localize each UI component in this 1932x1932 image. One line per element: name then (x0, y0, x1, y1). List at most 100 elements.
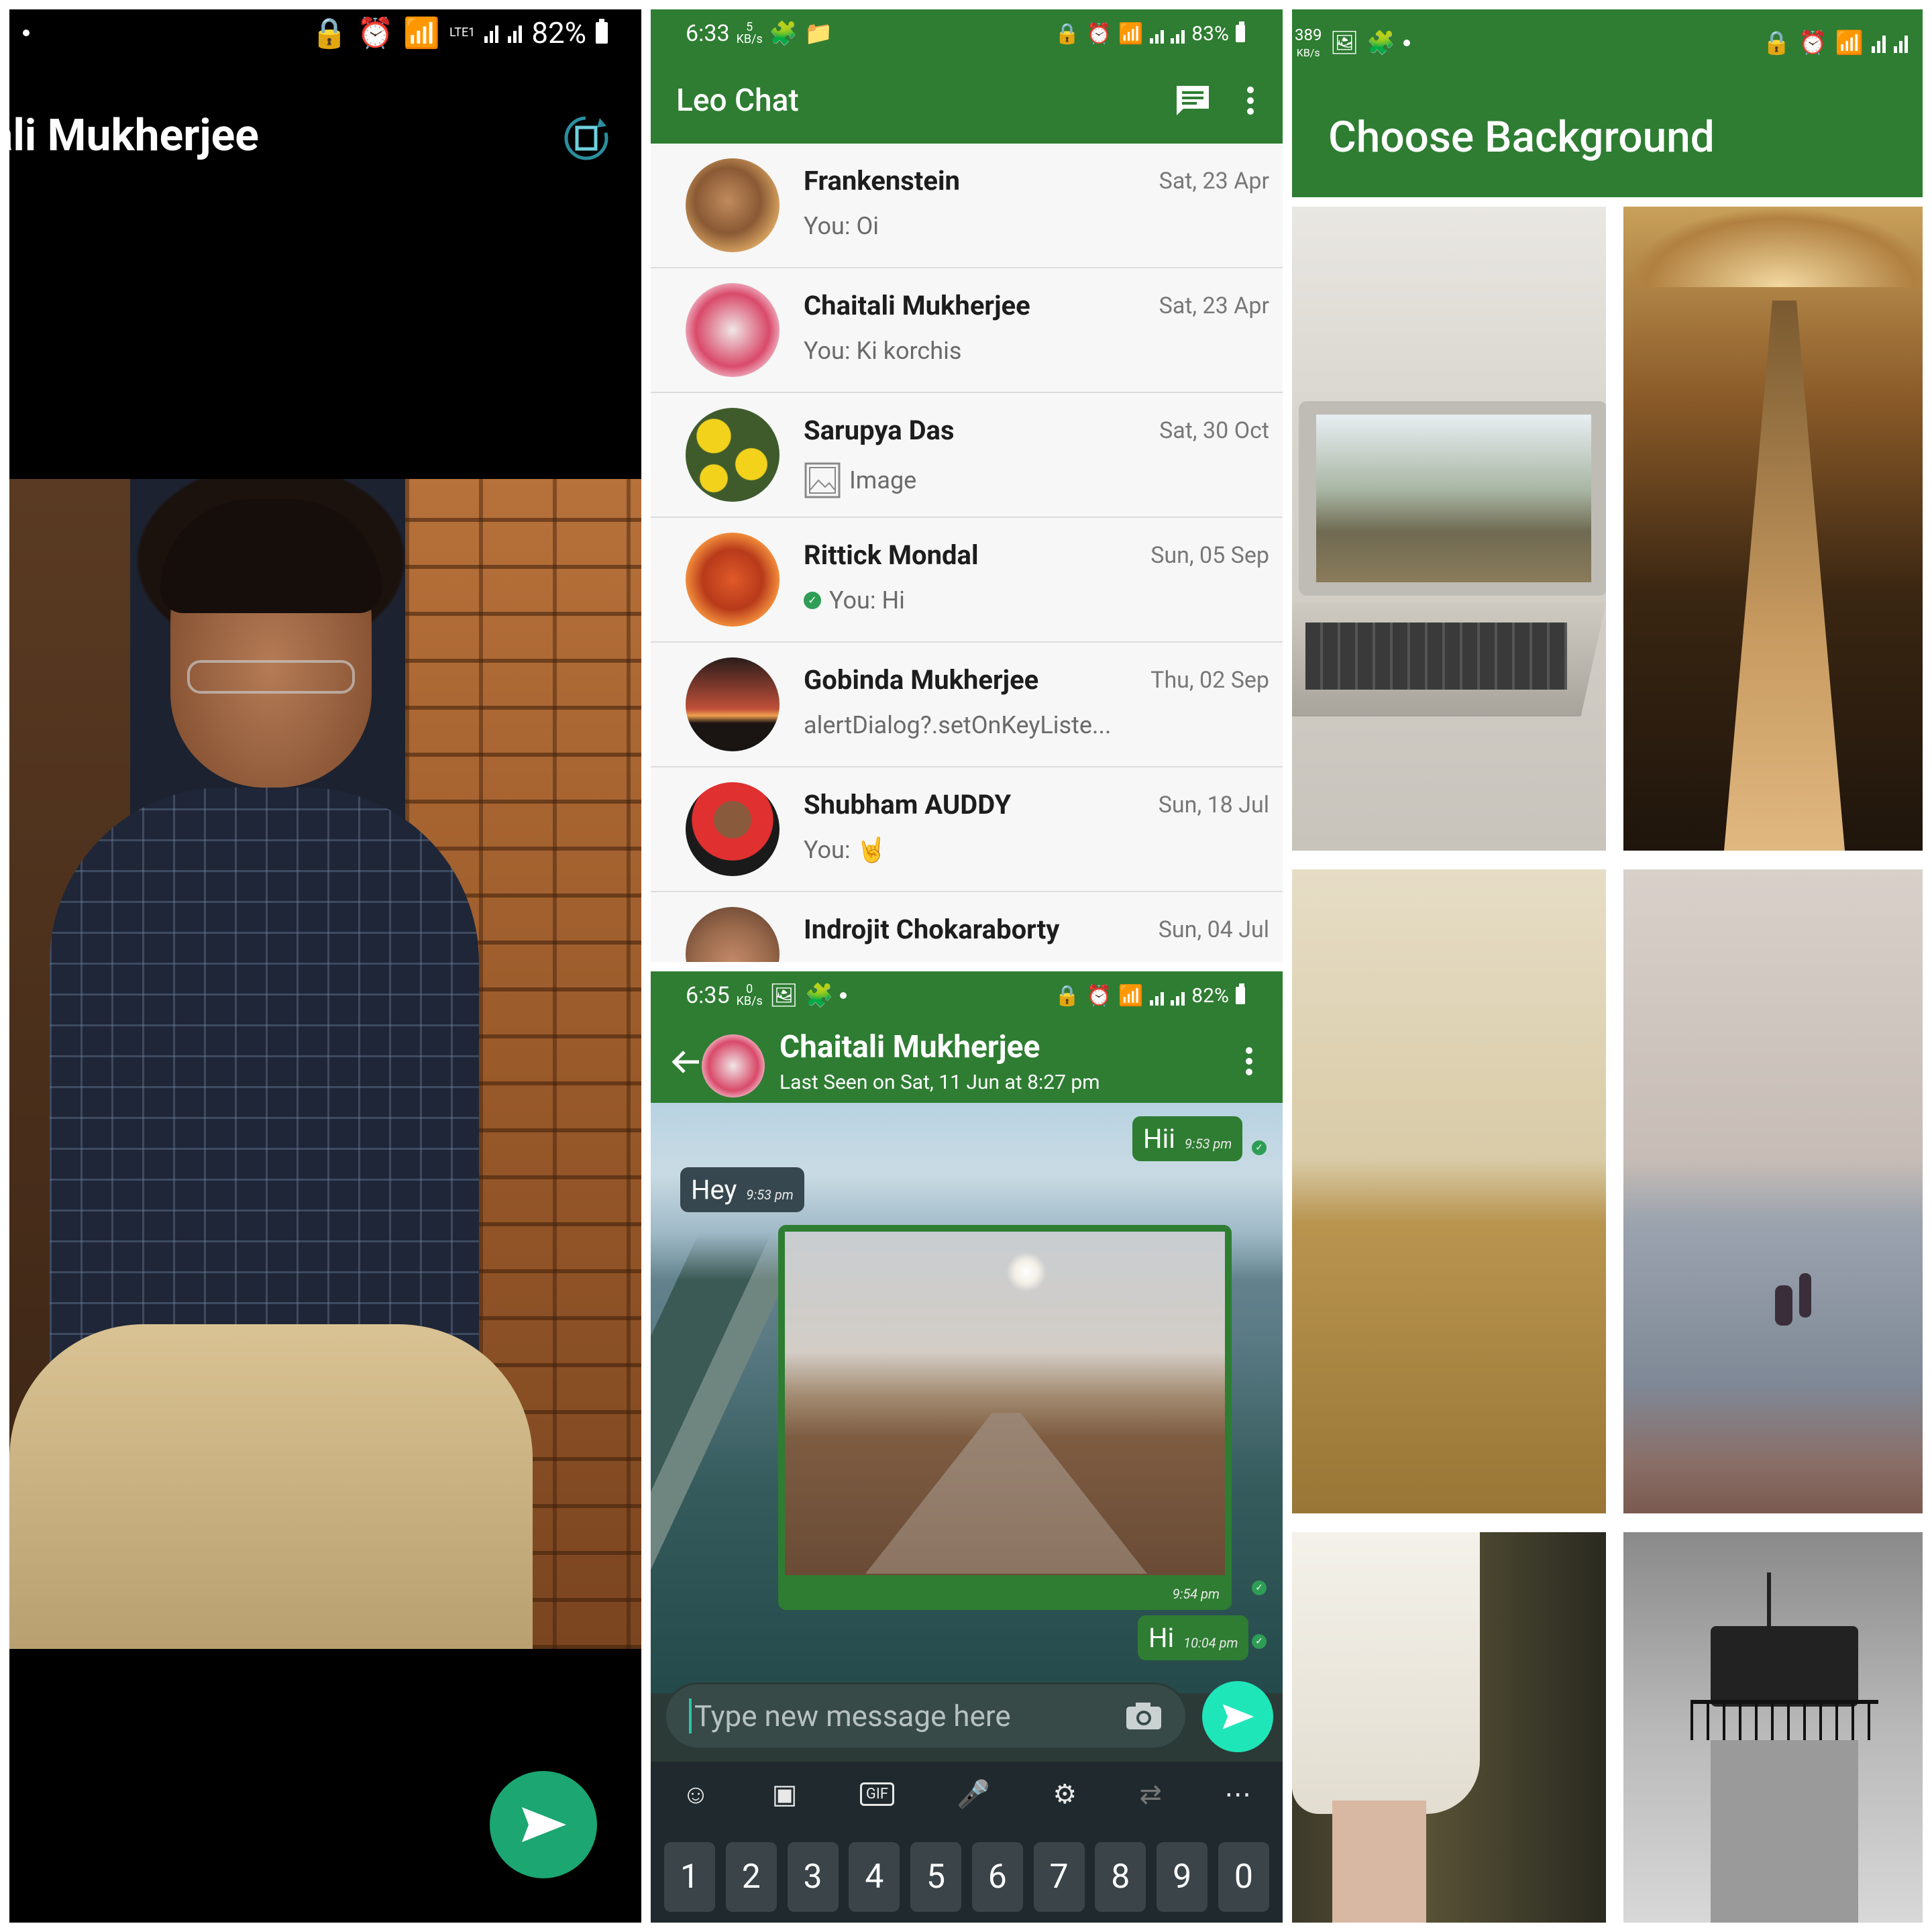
gif-icon[interactable]: GIF (859, 1782, 894, 1806)
conversation-screen: 6:35 0 KB/s 🖼 🧩 🔒 ⏰ 📶 82% Chaitali Mukher… (651, 971, 1283, 1923)
message-time: 9:54 pm (1172, 1586, 1220, 1602)
background-option-lighthouse[interactable] (1623, 1532, 1923, 1923)
chat-name: Shubham AUDDY (804, 789, 1012, 820)
rotate-icon[interactable] (558, 110, 614, 166)
last-seen: Last Seen on Sat, 11 Jun at 8:27 pm (780, 1071, 1100, 1094)
chat-row[interactable]: Shubham AUDDY Sun, 18 Jul You: 🤘 (651, 767, 1283, 892)
key[interactable]: 0 (1218, 1842, 1269, 1912)
preview-photo (9, 479, 641, 1649)
alarm-icon: ⏰ (1086, 983, 1112, 1008)
more-icon[interactable]: ⋯ (1224, 1778, 1251, 1810)
avatar (686, 907, 780, 962)
microphone-icon[interactable]: 🎤 (957, 1778, 990, 1810)
chat-date: Sat, 23 Apr (1159, 168, 1269, 195)
message-input-placeholder: Type new message here (689, 1699, 1125, 1733)
chat-preview: Image (804, 462, 916, 499)
message-bubble-sent[interactable]: Hii 9:53 pm (1132, 1116, 1243, 1161)
preview-title: ali Mukherjee (9, 110, 259, 162)
emoji-icon[interactable]: ☺ (682, 1778, 710, 1810)
message-input[interactable]: Type new message here (664, 1682, 1187, 1750)
key[interactable]: 1 (664, 1842, 715, 1912)
key[interactable]: 3 (787, 1842, 839, 1912)
app-bar: Choose Background (1292, 76, 1923, 197)
status-bar: 389 KB/s 🖼 🧩 🔒 ⏰ 📶 (1292, 9, 1923, 76)
notification-dot (23, 30, 30, 36)
chat-name: Frankenstein (804, 165, 960, 197)
signal-icon-2 (1171, 985, 1185, 1006)
background-option-desert[interactable] (1292, 869, 1606, 1513)
chat-list-screen: 6:33 5 KB/s 🧩 📁 🔒 ⏰ 📶 83% Leo Chat Frank… (651, 9, 1283, 962)
signal-icon-2 (508, 23, 523, 43)
lte-indicator: LTE1 (449, 25, 476, 40)
avatar (686, 657, 780, 751)
net-speed: 389 KB/s (1295, 25, 1322, 59)
settings-icon[interactable]: ⚙ (1053, 1778, 1077, 1810)
chat-row[interactable]: Gobinda Mukherjee Thu, 02 Sep alertDialo… (651, 643, 1283, 767)
more-options-icon[interactable] (1244, 80, 1257, 121)
chat-row[interactable]: Rittick Mondal Sun, 05 Sep ✓ You: Hi (651, 518, 1283, 643)
delivered-tick-icon: ✓ (1252, 1580, 1267, 1595)
chat-date: Sat, 23 Apr (1159, 292, 1269, 319)
delivered-tick-icon: ✓ (1252, 1140, 1267, 1155)
translate-icon[interactable]: ⇄ (1140, 1778, 1163, 1810)
chat-name: Indrojit Chokaraborty (804, 914, 1060, 945)
gallery-icon: 🖼 (769, 982, 798, 1009)
sticker-icon[interactable]: ▣ (772, 1778, 798, 1810)
chat-preview: You: 🤘 (804, 836, 887, 864)
more-options-icon[interactable] (1242, 1041, 1256, 1081)
signal-icon (1150, 23, 1165, 44)
send-button[interactable] (1202, 1681, 1273, 1752)
background-option-laptop[interactable] (1292, 207, 1606, 851)
background-option-beach[interactable] (1623, 869, 1923, 1513)
battery-icon (1236, 21, 1245, 42)
app-bar: Chaitali Mukherjee Last Seen on Sat, 11 … (651, 1020, 1283, 1103)
image-preview-screen: 🔒 ⏰ 📶 LTE1 82% ali Mukherjee (9, 9, 641, 1923)
key[interactable]: 7 (1033, 1842, 1085, 1912)
contact-name: Chaitali Mukherjee (780, 1029, 1040, 1065)
clock: 6:33 (686, 20, 730, 47)
signal-icon-2 (1171, 23, 1185, 44)
app-bar: Leo Chat (651, 58, 1283, 144)
signal-icon (1872, 33, 1886, 53)
key[interactable]: 4 (849, 1842, 900, 1912)
camera-icon[interactable] (1125, 1700, 1163, 1732)
chat-preview: You: Ki korchis (804, 337, 962, 365)
chat-date: Sat, 30 Oct (1159, 417, 1269, 444)
key[interactable]: 6 (971, 1842, 1023, 1912)
background-option-escalator[interactable] (1623, 207, 1923, 851)
key[interactable]: 8 (1095, 1842, 1146, 1912)
chat-row[interactable]: Chaitali Mukherjee Sat, 23 Apr You: Ki k… (651, 268, 1283, 393)
lock-icon: 🔒 (1055, 21, 1080, 46)
key[interactable]: 9 (1157, 1842, 1208, 1912)
chat-row[interactable]: Sarupya Das Sat, 30 Oct Image (651, 393, 1283, 518)
battery-percent: 83% (1191, 21, 1229, 46)
avatar (686, 283, 780, 377)
notification-dot (1403, 40, 1410, 46)
lock-icon: 🔒 (1055, 983, 1080, 1008)
avatar (686, 782, 780, 876)
battery-icon (596, 19, 608, 44)
battery-percent: 82% (531, 15, 586, 50)
send-button[interactable] (490, 1771, 597, 1878)
key[interactable]: 5 (910, 1842, 962, 1912)
status-bar: 6:33 5 KB/s 🧩 📁 🔒 ⏰ 📶 83% (651, 9, 1283, 58)
chat-name: Gobinda Mukherjee (804, 664, 1039, 696)
net-speed: 0 KB/s (736, 982, 763, 1008)
back-arrow-icon[interactable] (669, 1045, 703, 1079)
message-bubble-received[interactable]: Hey 9:53 pm (680, 1167, 804, 1212)
chat-date: Sun, 05 Sep (1150, 542, 1269, 569)
keyboard-toolbar: ☺ ▣ GIF 🎤 ⚙ ⇄ ⋯ (651, 1762, 1283, 1826)
chat-row[interactable]: Frankenstein Sat, 23 Apr You: Oi (651, 144, 1283, 268)
chat-preview: alertDialog?.setOnKeyListe... (804, 711, 1112, 739)
new-chat-icon[interactable] (1173, 80, 1213, 121)
key[interactable]: 2 (725, 1842, 777, 1912)
chat-preview: You: Oi (804, 212, 879, 240)
chat-date: Sun, 04 Jul (1158, 916, 1269, 943)
wifi-icon: 📶 (403, 15, 440, 50)
message-bubble-sent[interactable]: Hi 10:04 pm (1138, 1615, 1249, 1660)
chat-row[interactable]: Indrojit Chokaraborty Sun, 04 Jul (651, 892, 1283, 962)
puzzle-icon: 🧩 (769, 20, 798, 47)
background-option-dress[interactable] (1292, 1532, 1606, 1923)
contact-avatar[interactable] (702, 1034, 765, 1097)
image-message[interactable]: 9:54 pm (778, 1225, 1232, 1610)
